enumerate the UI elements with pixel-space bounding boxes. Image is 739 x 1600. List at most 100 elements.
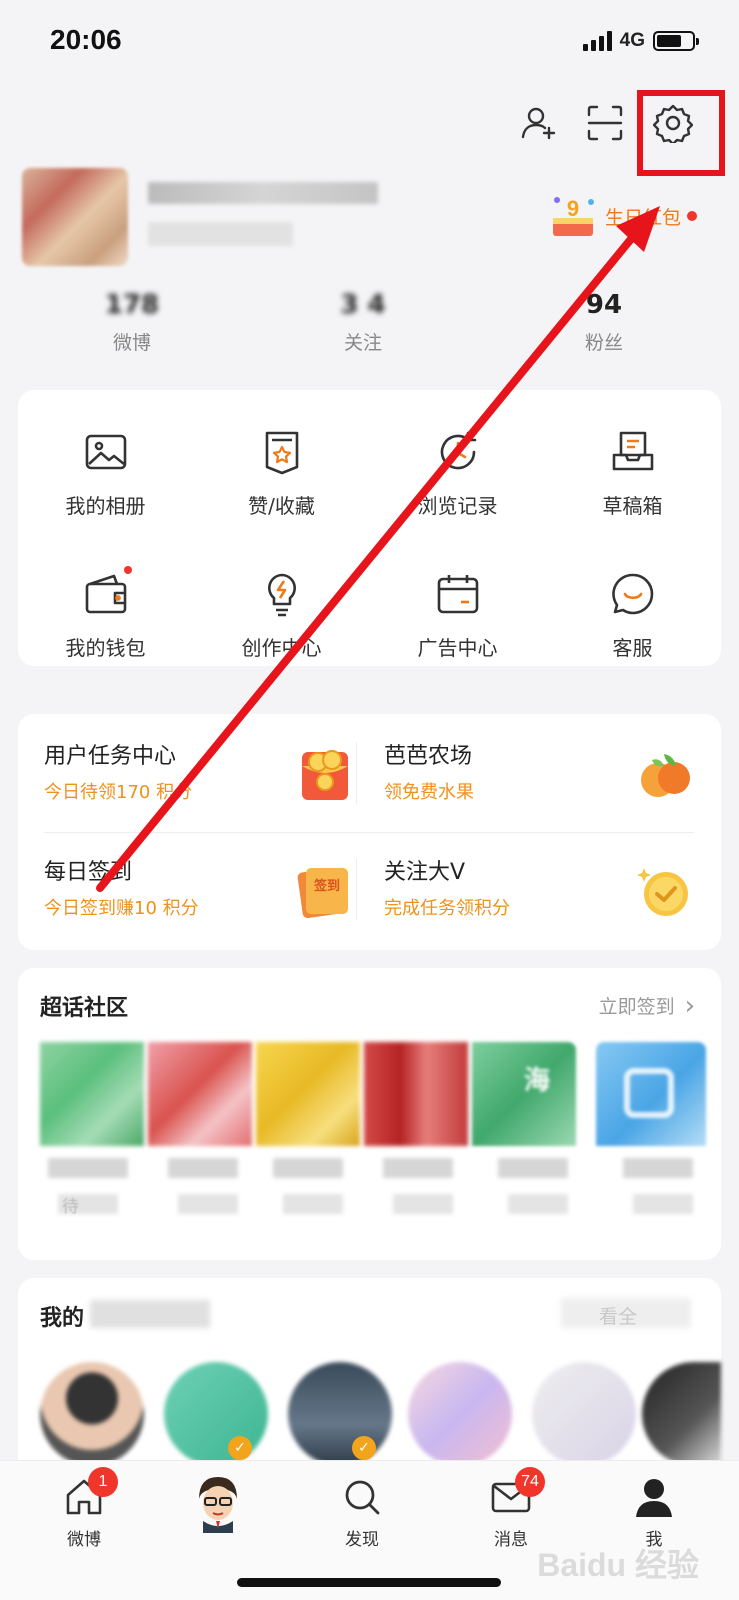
checkin-card-icon: 签到 [297, 867, 348, 919]
svg-text:9: 9 [567, 196, 579, 221]
add-friend-icon[interactable] [518, 102, 560, 144]
task-daily-checkin[interactable]: 每日签到 今日签到赚10 积分 签到 [44, 838, 374, 946]
home-indicator[interactable] [237, 1578, 501, 1587]
task-user-center[interactable]: 用户任务中心 今日待领170 积分 [44, 722, 374, 830]
topic-tile[interactable] [364, 1042, 468, 1146]
wallet-icon [82, 564, 134, 618]
topic-caption [393, 1194, 453, 1214]
mail-icon: 74 [489, 1467, 545, 1519]
birthday-label: 生日红包 [604, 206, 681, 229]
status-time: 20:06 [50, 24, 122, 55]
topic-caption [633, 1194, 693, 1214]
stat-fans-value: 94 [585, 290, 623, 320]
checkin-now-label: 立即签到 [598, 996, 675, 1018]
network-label: 4G [619, 30, 645, 51]
grid-label-wallet: 我的钱包 [65, 636, 146, 660]
history-icon [434, 428, 482, 476]
topic-tile-text: 海 [524, 1066, 551, 1096]
user-bio-blurred [148, 222, 293, 246]
nav-center-avatar[interactable] [168, 1469, 268, 1539]
task-farm[interactable]: 芭芭农场 领免费水果 [384, 722, 714, 830]
settings-highlight-box [637, 90, 725, 176]
avatar[interactable] [22, 168, 128, 266]
stat-following-label: 关注 [343, 332, 382, 354]
nav-weibo-label: 微博 [67, 1530, 101, 1550]
bulb-icon [258, 570, 306, 618]
nav-weibo[interactable]: 1 微博 [34, 1467, 134, 1550]
topic-tile[interactable] [148, 1042, 252, 1146]
topic-caption [178, 1194, 238, 1214]
topic-tile[interactable] [40, 1042, 144, 1146]
topic-tile[interactable] [596, 1042, 706, 1146]
service-icon [609, 570, 657, 618]
signal-icon [582, 31, 612, 51]
topic-caption [498, 1158, 568, 1178]
topic-caption [383, 1158, 453, 1178]
verified-badge-icon: ✓ [352, 1436, 376, 1460]
chevron-right-icon: › [684, 990, 695, 1021]
task-divider-bottom [356, 858, 357, 920]
user-icon [632, 1475, 676, 1519]
my-section-title-blur [90, 1300, 210, 1328]
stat-following[interactable]: 3 4 关注 [303, 290, 423, 355]
topic-caption [273, 1158, 343, 1178]
calendar-icon [434, 570, 482, 618]
grid-item-service[interactable]: 客服 [545, 570, 720, 661]
nav-messages-badge: 74 [515, 1467, 545, 1497]
nav-messages[interactable]: 74 消息 [461, 1467, 561, 1550]
super-topic-title: 超话社区 [40, 996, 129, 1021]
nav-weibo-badge: 1 [88, 1467, 118, 1497]
red-packet-icon [302, 750, 348, 800]
topic-caption [508, 1194, 568, 1214]
following-avatar[interactable] [40, 1362, 144, 1466]
home-icon: 1 [62, 1467, 118, 1519]
super-topic-card: 超话社区 立即签到 › 海 待 [18, 968, 721, 1260]
grid-label-ads: 广告中心 [417, 636, 498, 660]
grid-item-wallet[interactable]: 我的钱包 [18, 564, 193, 661]
stat-weibo[interactable]: 178 微博 [72, 290, 192, 355]
tasks-card: 用户任务中心 今日待领170 积分 芭芭农场 领免费水果 每日签到 今日签到赚1… [18, 714, 721, 950]
topic-caption [283, 1194, 343, 1214]
topic-caption-text: 待 [62, 1197, 79, 1217]
grid-item-ads[interactable]: 广告中心 [370, 570, 545, 661]
grid-item-creator[interactable]: 创作中心 [194, 570, 369, 661]
grid-item-drafts[interactable]: 草稿箱 [545, 428, 720, 519]
battery-icon [653, 31, 699, 51]
topic-tile[interactable]: 海 [472, 1042, 576, 1146]
cartoon-avatar-icon [199, 1477, 237, 1533]
scan-icon[interactable] [584, 102, 626, 144]
grid-item-history[interactable]: 浏览记录 [370, 428, 545, 519]
grid-item-favorites[interactable]: 赞/收藏 [194, 428, 369, 519]
birthday-red-packet[interactable]: 9 生日红包 [547, 190, 697, 242]
grid-item-album[interactable]: 我的相册 [18, 428, 193, 519]
fruit-icon [641, 754, 690, 797]
following-avatar[interactable] [288, 1362, 392, 1466]
following-avatar[interactable] [408, 1362, 512, 1466]
gold-check-icon [637, 868, 688, 916]
grid-label-album: 我的相册 [65, 494, 146, 518]
following-avatar[interactable] [532, 1362, 636, 1466]
stat-fans[interactable]: 94 粉丝 [544, 290, 664, 355]
task-follow-v[interactable]: 关注大V 完成任务领积分 [384, 838, 714, 946]
username-blurred[interactable] [148, 182, 378, 204]
birthday-cake-icon: 9 [552, 196, 594, 236]
checkin-badge-top: 签到 [313, 878, 340, 894]
baidu-watermark: Baidu 经验 [537, 1547, 699, 1583]
stat-weibo-value: 178 [104, 290, 160, 320]
nav-discover[interactable]: 发现 [312, 1475, 412, 1550]
topic-tile[interactable] [256, 1042, 360, 1146]
stat-weibo-label: 微博 [112, 332, 151, 354]
status-indicators: 4G [582, 30, 699, 52]
stat-fans-label: 粉丝 [584, 332, 623, 354]
drafts-icon [609, 428, 657, 476]
my-section-link[interactable]: 看全 [599, 1302, 637, 1329]
following-avatar[interactable] [642, 1362, 721, 1466]
wallet-badge-dot [121, 564, 134, 576]
verified-badge-icon: ✓ [228, 1436, 252, 1460]
album-icon [82, 428, 130, 476]
nav-me[interactable]: 我 [604, 1475, 704, 1550]
grid-label-creator: 创作中心 [241, 636, 322, 660]
grid-label-history: 浏览记录 [417, 494, 498, 518]
following-avatar[interactable] [164, 1362, 268, 1466]
checkin-now-link[interactable]: 立即签到 › [599, 992, 695, 1019]
